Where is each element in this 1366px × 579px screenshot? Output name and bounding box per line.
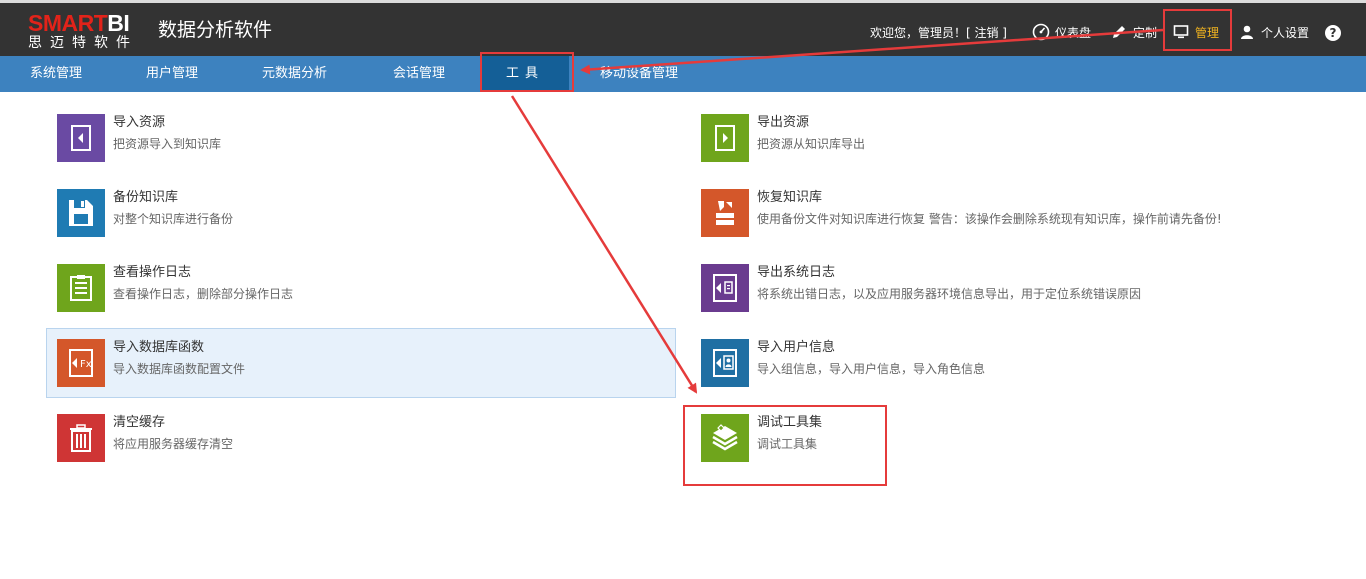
page-root: SMARTBI 思迈特软件 数据分析软件 欢迎您，管理员！[ 注销 ] 仪表盘 … [0, 0, 1366, 579]
help-icon[interactable]: ? [1325, 25, 1341, 41]
tool-title: 恢复知识库 [757, 190, 823, 205]
nav-personal-settings[interactable]: 个人设置 [1238, 22, 1309, 42]
tool-desc: 将应用服务器缓存清空 [113, 437, 234, 451]
db-function-icon: Fx [57, 339, 105, 387]
backup-icon [57, 189, 105, 237]
tool-desc: 对整个知识库进行备份 [113, 212, 234, 226]
nav-customize[interactable]: 定制 [1110, 22, 1157, 42]
nav-personal-label: 个人设置 [1261, 25, 1310, 40]
tool-desc: 导入组信息，导入用户信息，导入角色信息 [757, 362, 986, 376]
tool-clear-cache[interactable]: 清空缓存 将应用服务器缓存清空 [57, 414, 657, 482]
tool-title: 导出系统日志 [757, 265, 836, 280]
restore-icon [701, 189, 749, 237]
menu-session-manage[interactable]: 会话管理 [393, 56, 445, 92]
tool-title: 清空缓存 [113, 415, 166, 430]
app-title: 数据分析软件 [158, 19, 273, 41]
tool-title: 导入数据库函数 [113, 340, 205, 355]
logo-wordmark: SMARTBI [28, 10, 130, 36]
tool-backup-repository[interactable]: 备份知识库 对整个知识库进行备份 [57, 189, 657, 257]
pencil-icon [1110, 23, 1128, 41]
annotation-box-tools [480, 52, 574, 92]
welcome-text[interactable]: 欢迎您，管理员！[ 注销 ] [870, 22, 1007, 42]
gauge-icon [1032, 23, 1050, 41]
annotation-box-debug-toolset [683, 405, 887, 486]
tool-desc: 查看操作日志，删除部分操作日志 [113, 287, 294, 301]
tool-import-user-info[interactable]: 导入用户信息 导入组信息，导入用户信息，导入角色信息 [701, 339, 1321, 407]
log-view-icon [57, 264, 105, 312]
tool-title: 导入用户信息 [757, 340, 836, 355]
tool-view-operation-log[interactable]: 查看操作日志 查看操作日志，删除部分操作日志 [57, 264, 657, 332]
trash-icon [57, 414, 105, 462]
tool-title: 查看操作日志 [113, 265, 192, 280]
tool-desc: 导入数据库函数配置文件 [113, 362, 246, 376]
user-icon [1238, 23, 1256, 41]
welcome-label: 欢迎您，管理员！[ 注销 ] [870, 25, 1007, 40]
tool-desc: 使用备份文件对知识库进行恢复 警告：该操作会删除系统现有知识库，操作前请先备份! [757, 212, 1222, 226]
tool-title: 备份知识库 [113, 190, 179, 205]
import-resource-icon [57, 114, 105, 162]
menu-mobile-device-manage[interactable]: 移动设备管理 [600, 56, 678, 92]
logo-subtitle: 思迈特软件 [28, 35, 138, 51]
nav-customize-label: 定制 [1133, 25, 1158, 40]
tool-restore-repository[interactable]: 恢复知识库 使用备份文件对知识库进行恢复 警告：该操作会删除系统现有知识库，操作… [701, 189, 1321, 257]
tool-desc: 把资源从知识库导出 [757, 137, 866, 151]
tool-export-system-log[interactable]: 导出系统日志 将系统出错日志，以及应用服务器环境信息导出，用于定位系统错误原因 [701, 264, 1321, 332]
nav-dashboard[interactable]: 仪表盘 [1032, 22, 1091, 42]
export-resource-icon [701, 114, 749, 162]
main-menu: 系统管理 用户管理 元数据分析 会话管理 工具 移动设备管理 [0, 56, 1366, 92]
menu-system-manage[interactable]: 系统管理 [30, 56, 82, 92]
menu-user-manage[interactable]: 用户管理 [146, 56, 198, 92]
tool-title: 导入资源 [113, 115, 166, 130]
menu-metadata-analysis[interactable]: 元数据分析 [262, 56, 327, 92]
tool-import-db-function[interactable]: Fx 导入数据库函数 导入数据库函数配置文件 [57, 339, 657, 407]
nav-dashboard-label: 仪表盘 [1055, 25, 1092, 40]
tool-import-resource[interactable]: 导入资源 把资源导入到知识库 [57, 114, 657, 182]
logo-text-bi: BI [107, 10, 130, 36]
import-user-icon [701, 339, 749, 387]
logo[interactable]: SMARTBI 思迈特软件 [28, 11, 144, 53]
tool-title: 导出资源 [757, 115, 810, 130]
tool-export-resource[interactable]: 导出资源 把资源从知识库导出 [701, 114, 1321, 182]
annotation-box-manage [1163, 9, 1232, 51]
export-log-icon [701, 264, 749, 312]
top-header: SMARTBI 思迈特软件 数据分析软件 欢迎您，管理员！[ 注销 ] 仪表盘 … [0, 0, 1366, 56]
tool-desc: 把资源导入到知识库 [113, 137, 222, 151]
logo-text-smart: SMART [28, 10, 108, 36]
svg-text:Fx: Fx [80, 359, 92, 370]
tool-desc: 将系统出错日志，以及应用服务器环境信息导出，用于定位系统错误原因 [757, 287, 1142, 301]
